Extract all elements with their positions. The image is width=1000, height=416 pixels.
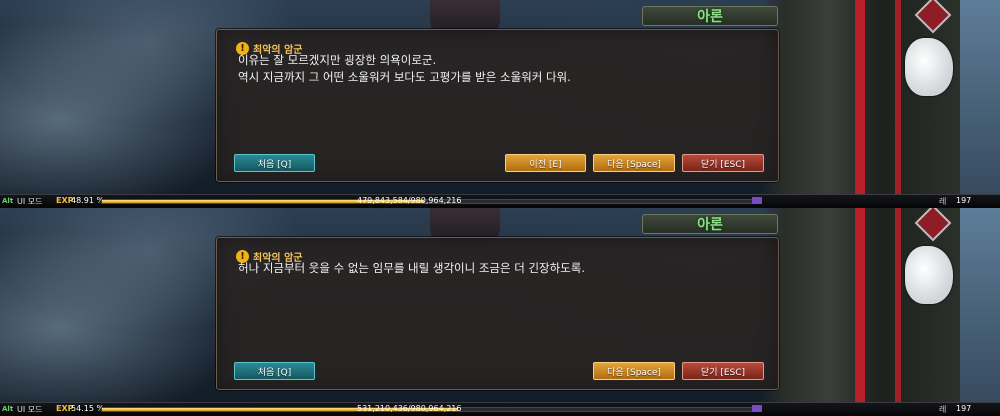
npc-name-plate: 아론	[642, 6, 778, 26]
white-glove	[905, 246, 953, 304]
dialogue-box: ! 최악의 암군 이유는 잘 모르겠지만 굉장한 의욕이로군. 역시 지금까지 …	[216, 29, 779, 182]
exp-percent: 54.15 %	[71, 404, 105, 413]
level-label: 레	[939, 197, 947, 206]
exp-values: 531,210,436/980,964,216	[357, 404, 462, 413]
first-button[interactable]: 처음 [Q]	[234, 154, 315, 172]
player-level: 197	[956, 404, 972, 413]
scene-edge	[960, 0, 1000, 208]
alt-key-hint: Alt	[2, 197, 14, 205]
next-button[interactable]: 다음 [Space]	[593, 154, 675, 172]
uniform-stripe	[855, 208, 865, 416]
dialogue-text: 허나 지금부터 웃을 수 없는 임무를 내릴 생각이니 조금은 더 긴장하도록.	[238, 260, 758, 277]
player-level: 197	[956, 196, 972, 205]
dialogue-box: ! 최악의 암군 허나 지금부터 웃을 수 없는 임무를 내릴 생각이니 조금은…	[216, 237, 779, 390]
dialogue-line: 이유는 잘 모르겠지만 굉장한 의욕이로군.	[238, 53, 437, 67]
uniform-emblem	[914, 208, 952, 242]
dialogue-text: 이유는 잘 모르겠지만 굉장한 의욕이로군. 역시 지금까지 그 어떤 소울워커…	[238, 52, 758, 86]
uniform-stripe	[895, 0, 901, 208]
exp-values: 479,843,584/980,964,216	[357, 196, 462, 205]
dialogue-line: 허나 지금부터 웃을 수 없는 임무를 내릴 생각이니 조금은 더 긴장하도록.	[238, 261, 586, 275]
npc-character-portrait	[760, 0, 960, 208]
dialogue-line: 역시 지금까지 그 어떤 소울워커 보다도 고평가를 받은 소울워커 다워.	[238, 70, 571, 84]
first-button[interactable]: 처음 [Q]	[234, 362, 315, 380]
level-label: 레	[939, 405, 947, 414]
ui-mode-toggle[interactable]: UI 모드	[17, 404, 42, 415]
lock-icon[interactable]	[752, 197, 762, 204]
close-button[interactable]: 닫기 [ESC]	[682, 362, 764, 380]
next-button[interactable]: 다음 [Space]	[593, 362, 675, 380]
alt-key-hint: Alt	[2, 405, 14, 413]
exp-status-bar: Alt UI 모드 EXP 48.91 % 479,843,584/980,96…	[0, 194, 1000, 208]
dialogue-panel-1: 아론 ! 최악의 암군 이유는 잘 모르겠지만 굉장한 의욕이로군. 역시 지금…	[0, 0, 1000, 208]
exp-status-bar: Alt UI 모드 EXP 54.15 % 531,210,436/980,96…	[0, 402, 1000, 416]
uniform-stripe	[895, 208, 901, 416]
lock-icon[interactable]	[752, 405, 762, 412]
uniform-stripe	[855, 0, 865, 208]
exp-percent: 48.91 %	[71, 196, 105, 205]
ui-mode-toggle[interactable]: UI 모드	[17, 196, 42, 207]
npc-character-portrait	[760, 208, 960, 416]
close-button[interactable]: 닫기 [ESC]	[682, 154, 764, 172]
dialogue-panel-2: 아론 ! 최악의 암군 허나 지금부터 웃을 수 없는 임무를 내릴 생각이니 …	[0, 208, 1000, 416]
scene-edge	[960, 208, 1000, 416]
white-glove	[905, 38, 953, 96]
previous-button[interactable]: 이전 [E]	[505, 154, 586, 172]
npc-name-plate: 아론	[642, 214, 778, 234]
uniform-emblem	[914, 0, 952, 34]
